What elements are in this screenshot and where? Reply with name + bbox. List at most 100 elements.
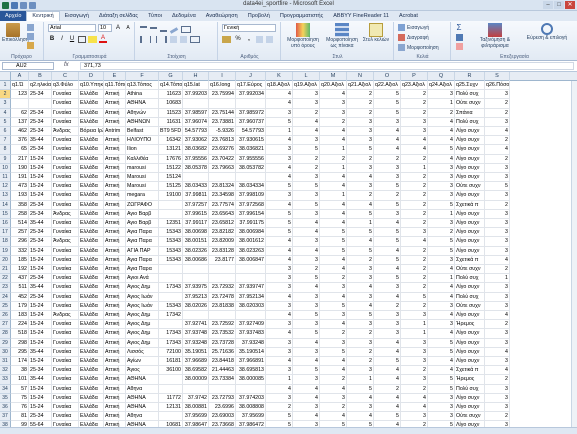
cell[interactable]: Γυναίκα [52, 366, 79, 376]
cell[interactable]: 3 [266, 283, 293, 293]
cell[interactable]: 62 [11, 108, 29, 118]
cell[interactable]: 4 [428, 329, 455, 339]
column-header-a[interactable]: A [11, 72, 29, 81]
row-header[interactable]: 28 [0, 329, 11, 339]
cell[interactable]: 4 [293, 219, 320, 229]
cell[interactable]: q23.Αξιολ [401, 81, 428, 91]
cell[interactable]: 23.8177 [209, 255, 236, 265]
cell[interactable]: 3 [485, 163, 510, 173]
cell[interactable]: 4 [293, 412, 320, 422]
cell[interactable]: Λίγο συχν [455, 219, 485, 229]
cell[interactable]: 5 [347, 228, 374, 238]
sheet-tabs-bar[interactable] [0, 427, 577, 434]
cell[interactable]: 3 [428, 412, 455, 422]
tab-developer[interactable]: Προγραμματιστής [275, 11, 328, 21]
cell[interactable]: Ελλάδα [79, 108, 104, 118]
cell[interactable]: 3 [401, 347, 428, 357]
cell[interactable]: 2 [401, 219, 428, 229]
cell[interactable]: Ελλάδα [79, 219, 104, 229]
cell[interactable]: 17343 [159, 329, 183, 339]
cell[interactable]: 23.82009 [209, 237, 236, 247]
cell[interactable]: 15343 [159, 255, 183, 265]
cell[interactable]: 23.69276 [209, 145, 236, 155]
cell[interactable]: Πολύ συχ [455, 90, 485, 100]
row-header[interactable]: 22 [0, 274, 11, 284]
cell[interactable]: 4 [401, 403, 428, 413]
cell[interactable]: 185 [11, 255, 29, 265]
cell[interactable]: Αττική [104, 384, 126, 394]
cell[interactable]: Ελλάδα [79, 292, 104, 302]
cell[interactable]: Γυναίκα [52, 375, 79, 385]
cell[interactable]: 17342 [159, 311, 183, 321]
cell[interactable]: Λίγο συχν [455, 154, 485, 164]
cell[interactable]: 2 [293, 108, 320, 118]
cell[interactable]: 2 [347, 357, 374, 367]
cell[interactable]: 23.69003 [209, 412, 236, 422]
cell[interactable]: Ελλάδα [79, 393, 104, 403]
cell[interactable]: Ελλάδα [79, 412, 104, 422]
cell[interactable]: 3 [293, 191, 320, 201]
cell[interactable]: 38.00686 [183, 255, 209, 265]
cell[interactable]: Γυναίκα [52, 320, 79, 330]
cell[interactable]: Ελλάδα [79, 255, 104, 265]
row-header[interactable]: 24 [0, 292, 11, 302]
cell[interactable]: 2 [401, 246, 428, 256]
cell[interactable]: Αττική [104, 265, 126, 275]
cell[interactable]: 23.75144 [209, 108, 236, 118]
row-header[interactable]: 18 [0, 237, 11, 247]
cell[interactable]: Βόρεια Ιρλ [79, 127, 104, 137]
cell[interactable]: 13121 [159, 145, 183, 155]
cell[interactable]: 4 [347, 237, 374, 247]
row-header[interactable]: 36 [0, 403, 11, 413]
cell[interactable]: 4 [293, 384, 320, 394]
row-header[interactable]: 4 [0, 108, 11, 118]
cell[interactable]: 4 [320, 255, 347, 265]
cell[interactable]: Αττική [104, 393, 126, 403]
cell[interactable]: Ελλάδα [79, 117, 104, 127]
row-header[interactable]: 35 [0, 393, 11, 403]
cell[interactable]: 3 [485, 191, 510, 201]
cell[interactable]: 2 [347, 154, 374, 164]
cell[interactable]: Ούτε συχν [455, 412, 485, 422]
cell[interactable] [183, 173, 209, 183]
column-header-q[interactable]: Q [428, 72, 455, 81]
cell[interactable]: 3 [293, 301, 320, 311]
cell[interactable]: 3 [485, 384, 510, 394]
font-size-combo[interactable]: 10 [98, 24, 112, 32]
cell[interactable]: 38.69582 [183, 366, 209, 376]
cell[interactable]: 38.020303 [236, 301, 266, 311]
cell[interactable]: 23.76813 [209, 136, 236, 146]
cell[interactable]: 37.93062 [183, 136, 209, 146]
cell[interactable] [209, 173, 236, 183]
cell[interactable]: 2 [374, 191, 401, 201]
cell[interactable]: 179 [11, 301, 29, 311]
cell[interactable]: 4 [266, 173, 293, 183]
cell[interactable]: 4 [266, 90, 293, 100]
cell[interactable]: 37.99117 [183, 219, 209, 229]
cell[interactable]: Ελλάδα [79, 329, 104, 339]
cell[interactable]: 25-34 [29, 412, 52, 422]
cell[interactable]: 3 [293, 90, 320, 100]
cell[interactable]: 1 [347, 219, 374, 229]
cell[interactable]: 3 [266, 301, 293, 311]
cell[interactable]: Λίγο συχν [455, 237, 485, 247]
tab-view[interactable]: Προβολή [243, 11, 275, 21]
cell[interactable]: 4 [428, 154, 455, 164]
cell[interactable]: 37.93248 [183, 338, 209, 348]
cell[interactable]: 4 [320, 219, 347, 229]
cell[interactable]: 37.96689 [183, 357, 209, 367]
cell[interactable]: 5 [374, 412, 401, 422]
cell[interactable]: Αττική [104, 99, 126, 109]
tab-formulas[interactable]: Τύποι [143, 11, 167, 21]
cell[interactable]: Antrim [104, 127, 126, 137]
cell[interactable]: Γυναίκα [52, 117, 79, 127]
cell[interactable]: 15343 [159, 237, 183, 247]
cell[interactable]: Ελλάδα [79, 209, 104, 219]
cell[interactable]: Αγιος Ιωάν [126, 292, 159, 302]
cell[interactable]: 3 [485, 219, 510, 229]
cell[interactable]: 5 [428, 246, 455, 256]
cell[interactable]: 3 [293, 136, 320, 146]
cell[interactable]: Ελλάδα [79, 320, 104, 330]
cell[interactable]: 3 [293, 255, 320, 265]
cell[interactable]: 37.99811 [183, 191, 209, 201]
